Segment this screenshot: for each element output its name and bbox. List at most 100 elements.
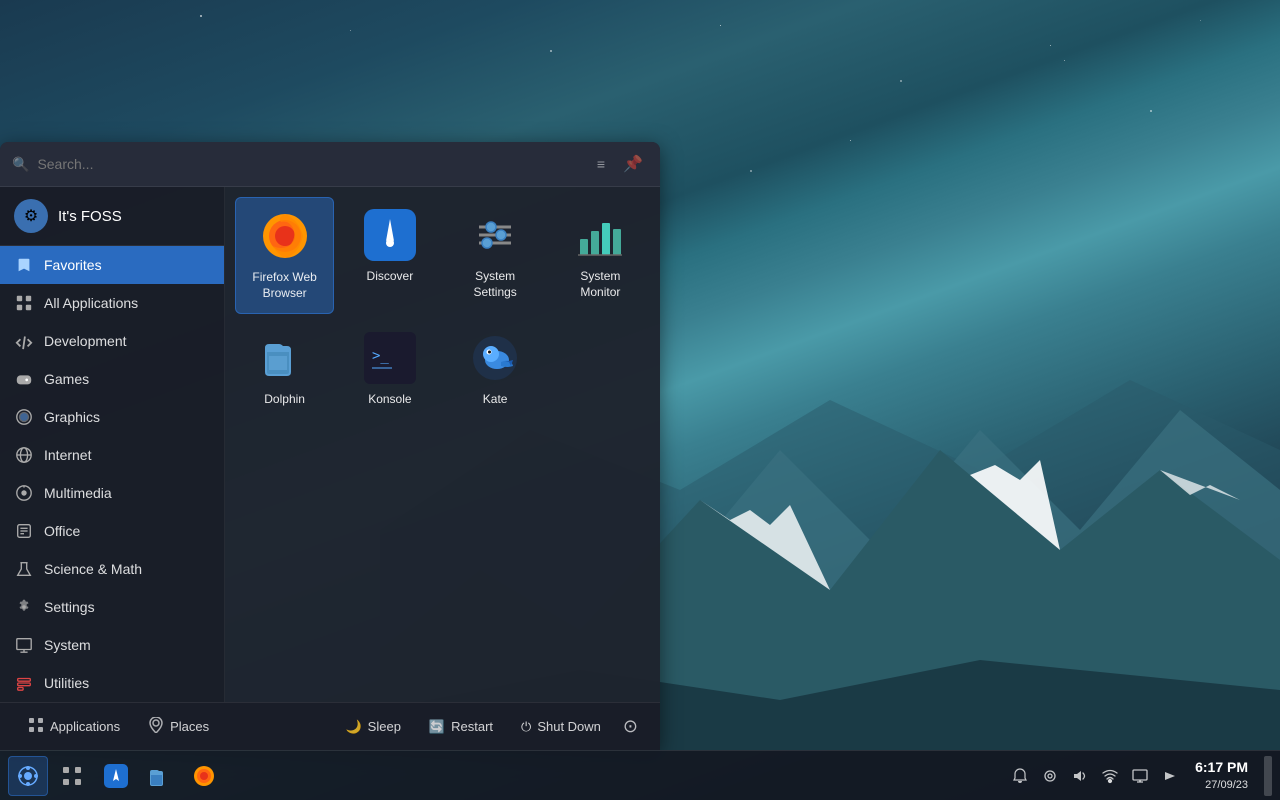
search-filter-button[interactable]: ≡	[592, 154, 610, 174]
tray-network[interactable]	[1097, 763, 1123, 789]
application-launcher: 🔍 ≡ 📌 ⚙ It's FOSS Favorite	[0, 142, 660, 750]
clock-date: 27/09/23	[1205, 778, 1248, 793]
system-tray: 6:17 PM 27/09/23	[1007, 756, 1272, 796]
sleep-button[interactable]: 🌙 Sleep	[331, 713, 414, 741]
taskbar: 6:17 PM 27/09/23	[0, 750, 1280, 800]
sidebar-item-science-label: Science & Math	[44, 561, 142, 577]
discover-icon	[364, 209, 416, 261]
applications-icon	[28, 717, 44, 736]
sidebar-item-games-label: Games	[44, 371, 89, 387]
app-dolphin-label: Dolphin	[264, 392, 305, 408]
sidebar-item-utilities-label: Utilities	[44, 675, 89, 691]
show-desktop-button[interactable]	[1264, 756, 1272, 796]
tray-expand[interactable]	[1157, 763, 1183, 789]
firefox-icon	[259, 210, 311, 262]
sidebar-item-favorites-label: Favorites	[44, 257, 102, 273]
clock-widget[interactable]: 6:17 PM 27/09/23	[1187, 758, 1256, 793]
sidebar-item-internet[interactable]: Internet	[0, 436, 224, 474]
applications-label: Applications	[50, 719, 120, 734]
applications-button[interactable]: Applications	[14, 711, 134, 742]
tray-display[interactable]	[1127, 763, 1153, 789]
taskbar-discover[interactable]	[96, 756, 136, 796]
sidebar-item-office-label: Office	[44, 523, 80, 539]
clock-time: 6:17 PM	[1195, 758, 1248, 778]
sidebar: ⚙ It's FOSS Favorites	[0, 187, 225, 702]
globe-icon	[14, 445, 34, 465]
tray-audio[interactable]	[1037, 763, 1063, 789]
sidebar-item-all-apps-label: All Applications	[44, 295, 138, 311]
taskbar-task-manager[interactable]	[52, 756, 92, 796]
app-discover-label: Discover	[367, 269, 414, 285]
taskbar-dolphin[interactable]	[140, 756, 180, 796]
app-firefox-label: Firefox Web Browser	[244, 270, 325, 301]
gamepad-icon	[14, 369, 34, 389]
app-konsole[interactable]: >_ Konsole	[340, 320, 439, 420]
tray-volume[interactable]	[1067, 763, 1093, 789]
shutdown-icon: ⏻	[521, 719, 531, 735]
science-icon	[14, 559, 34, 579]
sidebar-item-internet-label: Internet	[44, 447, 91, 463]
launcher-body: ⚙ It's FOSS Favorites	[0, 187, 660, 702]
system-icon	[14, 635, 34, 655]
sidebar-item-all-applications[interactable]: All Applications	[0, 284, 224, 322]
launcher-close-button[interactable]: ⊙	[615, 712, 646, 741]
shutdown-button[interactable]: ⏻ Shut Down	[507, 713, 615, 741]
sidebar-item-games[interactable]: Games	[0, 360, 224, 398]
search-input[interactable]	[37, 156, 583, 172]
restart-label: Restart	[451, 719, 493, 734]
kate-icon	[469, 332, 521, 384]
system-settings-icon	[469, 209, 521, 261]
code-icon	[14, 331, 34, 351]
utilities-icon	[14, 673, 34, 693]
sidebar-item-system[interactable]: System	[0, 626, 224, 664]
app-dolphin[interactable]: Dolphin	[235, 320, 334, 420]
sidebar-item-multimedia[interactable]: Multimedia	[0, 474, 224, 512]
shutdown-label: Shut Down	[537, 719, 601, 734]
app-system-settings-label: System Settings	[454, 269, 537, 300]
sidebar-item-favorites[interactable]: Favorites	[0, 246, 224, 284]
grid-icon	[14, 293, 34, 313]
app-kate[interactable]: Kate	[446, 320, 545, 420]
user-header: ⚙ It's FOSS	[0, 187, 224, 246]
places-button[interactable]: Places	[134, 711, 223, 742]
app-konsole-label: Konsole	[368, 392, 411, 408]
user-name: It's FOSS	[58, 208, 122, 225]
app-system-monitor[interactable]: System Monitor	[551, 197, 650, 314]
sidebar-item-utilities[interactable]: Utilities	[0, 664, 224, 702]
search-bar: 🔍 ≡ 📌	[0, 142, 660, 187]
app-firefox[interactable]: Firefox Web Browser	[235, 197, 334, 314]
sidebar-item-graphics-label: Graphics	[44, 409, 100, 425]
restart-button[interactable]: 🔄 Restart	[415, 713, 507, 741]
settings-icon	[14, 597, 34, 617]
sidebar-item-system-label: System	[44, 637, 91, 653]
taskbar-firefox[interactable]	[184, 756, 224, 796]
restart-icon: 🔄	[429, 719, 445, 735]
konsole-icon: >_	[364, 332, 416, 384]
app-system-monitor-label: System Monitor	[559, 269, 642, 300]
user-avatar: ⚙	[14, 199, 48, 233]
places-label: Places	[170, 719, 209, 734]
multimedia-icon	[14, 483, 34, 503]
app-system-settings[interactable]: System Settings	[446, 197, 545, 314]
sidebar-item-graphics[interactable]: Graphics	[0, 398, 224, 436]
search-icon: 🔍	[12, 156, 29, 173]
tray-notifications[interactable]	[1007, 763, 1033, 789]
app-kate-label: Kate	[483, 392, 508, 408]
sidebar-item-science-math[interactable]: Science & Math	[0, 550, 224, 588]
search-pin-button[interactable]: 📌	[618, 152, 648, 176]
taskbar-kde-button[interactable]	[8, 756, 48, 796]
sidebar-item-development[interactable]: Development	[0, 322, 224, 360]
svg-text:>_: >_	[372, 348, 389, 364]
sidebar-item-settings[interactable]: Settings	[0, 588, 224, 626]
sleep-icon: 🌙	[345, 719, 361, 735]
sidebar-item-office[interactable]: Office	[0, 512, 224, 550]
graphics-icon	[14, 407, 34, 427]
sleep-label: Sleep	[368, 719, 401, 734]
sidebar-item-settings-label: Settings	[44, 599, 95, 615]
app-discover[interactable]: Discover	[340, 197, 439, 314]
places-icon	[148, 717, 164, 736]
launcher-footer: Applications Places 🌙 Sleep 🔄 Restart ⏻ …	[0, 702, 660, 750]
apps-grid: Firefox Web Browser Discover	[235, 197, 650, 420]
sidebar-item-multimedia-label: Multimedia	[44, 485, 112, 501]
bookmark-icon	[14, 255, 34, 275]
